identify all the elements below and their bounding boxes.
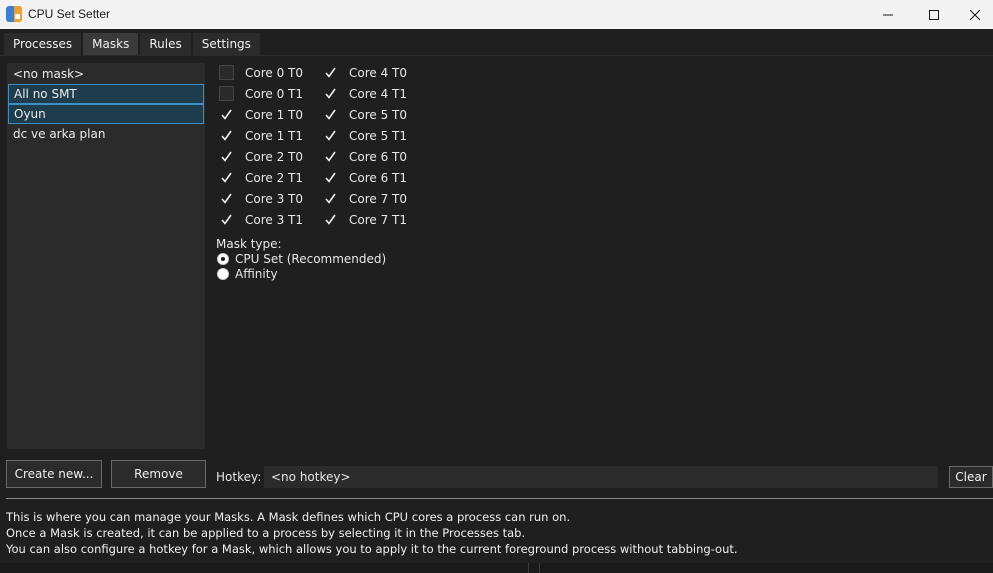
clear-hotkey-button[interactable]: Clear	[949, 466, 993, 488]
tab-bar: Processes Masks Rules Settings	[4, 33, 262, 55]
core-label: Core 1 T1	[245, 128, 304, 143]
checkmark-icon	[221, 130, 232, 141]
core-checkbox-core-7-t1[interactable]: Core 7 T1	[323, 211, 407, 228]
core-label: Core 6 T0	[349, 149, 408, 164]
core-label: Core 5 T0	[349, 107, 408, 122]
checkmark-icon	[221, 172, 232, 183]
checkbox[interactable]	[323, 191, 338, 206]
title-bar: CPU Set Setter	[0, 0, 993, 29]
checkmark-icon	[325, 193, 336, 204]
core-label: Core 4 T0	[349, 65, 408, 80]
checkmark-icon	[325, 67, 336, 78]
core-checkbox-core-3-t1[interactable]: Core 3 T1	[219, 211, 303, 228]
description-line: Once a Mask is created, it can be applie…	[6, 526, 526, 540]
core-label: Core 7 T0	[349, 191, 408, 206]
core-checkbox-core-3-t0[interactable]: Core 3 T0	[219, 190, 303, 207]
checkbox[interactable]	[323, 65, 338, 80]
checkbox[interactable]	[323, 212, 338, 227]
checkmark-icon	[325, 88, 336, 99]
cpu-set-setter-icon	[6, 6, 22, 22]
mask-item-all-no-smt[interactable]: All no SMT	[8, 84, 204, 104]
core-label: Core 1 T0	[245, 107, 304, 122]
core-label: Core 0 T1	[245, 86, 304, 101]
hotkey-label: Hotkey:	[216, 470, 262, 484]
mask-list[interactable]: <no mask> All no SMT Oyun dc ve arka pla…	[7, 63, 205, 449]
checkbox[interactable]	[219, 212, 234, 227]
radio-cpu-set[interactable]: CPU Set (Recommended)	[217, 251, 386, 266]
core-label: Core 2 T0	[245, 149, 304, 164]
radio-button[interactable]	[217, 267, 229, 280]
minimize-button[interactable]	[865, 0, 911, 29]
core-checkbox-core-2-t0[interactable]: Core 2 T0	[219, 148, 303, 165]
remove-button[interactable]: Remove	[111, 460, 206, 488]
core-checkbox-core-5-t1[interactable]: Core 5 T1	[323, 127, 407, 144]
maximize-button[interactable]	[911, 0, 957, 29]
core-checkbox-core-6-t1[interactable]: Core 6 T1	[323, 169, 407, 186]
checkbox[interactable]	[323, 86, 338, 101]
description-line: You can also configure a hotkey for a Ma…	[6, 542, 738, 556]
checkmark-icon	[221, 214, 232, 225]
radio-label: CPU Set (Recommended)	[235, 251, 387, 266]
core-checkbox-core-7-t0[interactable]: Core 7 T0	[323, 190, 407, 207]
checkbox[interactable]	[323, 149, 338, 164]
core-label: Core 3 T1	[245, 212, 304, 227]
radio-label: Affinity	[235, 266, 278, 281]
create-new-button[interactable]: Create new...	[6, 460, 102, 488]
core-checkbox-core-4-t0[interactable]: Core 4 T0	[323, 64, 407, 81]
radio-affinity[interactable]: Affinity	[217, 266, 278, 281]
maximize-icon	[929, 9, 939, 20]
minimize-icon	[883, 14, 893, 15]
checkbox[interactable]	[323, 128, 338, 143]
checkbox[interactable]	[219, 170, 234, 185]
checkbox[interactable]	[323, 170, 338, 185]
checkmark-icon	[221, 151, 232, 162]
checkmark-icon	[325, 151, 336, 162]
checkmark-icon	[325, 172, 336, 183]
core-checkbox-core-0-t1[interactable]: Core 0 T1	[219, 85, 303, 102]
window-title: CPU Set Setter	[28, 7, 111, 21]
core-checkbox-core-1-t0[interactable]: Core 1 T0	[219, 106, 303, 123]
core-label: Core 5 T1	[349, 128, 408, 143]
radio-button[interactable]	[217, 252, 229, 265]
checkmark-icon	[325, 214, 336, 225]
core-checkbox-core-2-t1[interactable]: Core 2 T1	[219, 169, 303, 186]
checkmark-icon	[221, 109, 232, 120]
checkbox[interactable]	[219, 65, 234, 80]
core-label: Core 6 T1	[349, 170, 408, 185]
core-checkbox-core-6-t0[interactable]: Core 6 T0	[323, 148, 407, 165]
tab-settings[interactable]: Settings	[192, 33, 260, 55]
core-checkbox-core-0-t0[interactable]: Core 0 T0	[219, 64, 303, 81]
tab-content-divider	[0, 55, 993, 56]
checkbox[interactable]	[219, 149, 234, 164]
tab-processes[interactable]: Processes	[4, 33, 82, 55]
hotkey-input[interactable]: <no hotkey>	[264, 466, 938, 488]
mask-item-no-mask[interactable]: <no mask>	[8, 64, 204, 84]
tab-rules[interactable]: Rules	[140, 33, 191, 55]
bottom-edge	[0, 563, 993, 573]
checkbox[interactable]	[323, 107, 338, 122]
mask-item-oyun[interactable]: Oyun	[8, 104, 204, 124]
checkmark-icon	[221, 193, 232, 204]
close-button[interactable]	[957, 0, 993, 29]
checkbox[interactable]	[219, 128, 234, 143]
checkmark-icon	[325, 130, 336, 141]
core-label: Core 7 T1	[349, 212, 408, 227]
core-checkbox-core-1-t1[interactable]: Core 1 T1	[219, 127, 303, 144]
checkmark-icon	[325, 109, 336, 120]
tab-masks[interactable]: Masks	[83, 33, 139, 55]
core-label: Core 3 T0	[245, 191, 304, 206]
separator	[6, 498, 993, 499]
close-icon	[970, 9, 980, 20]
description-line: This is where you can manage your Masks.…	[6, 510, 571, 524]
core-checkbox-core-4-t1[interactable]: Core 4 T1	[323, 85, 407, 102]
core-label: Core 0 T0	[245, 65, 304, 80]
core-label: Core 2 T1	[245, 170, 304, 185]
mask-type-label: Mask type:	[216, 237, 282, 251]
mask-item-dc-ve-arka-plan[interactable]: dc ve arka plan	[8, 124, 204, 144]
checkbox[interactable]	[219, 86, 234, 101]
checkbox[interactable]	[219, 191, 234, 206]
core-checkbox-core-5-t0[interactable]: Core 5 T0	[323, 106, 407, 123]
checkbox[interactable]	[219, 107, 234, 122]
core-label: Core 4 T1	[349, 86, 408, 101]
